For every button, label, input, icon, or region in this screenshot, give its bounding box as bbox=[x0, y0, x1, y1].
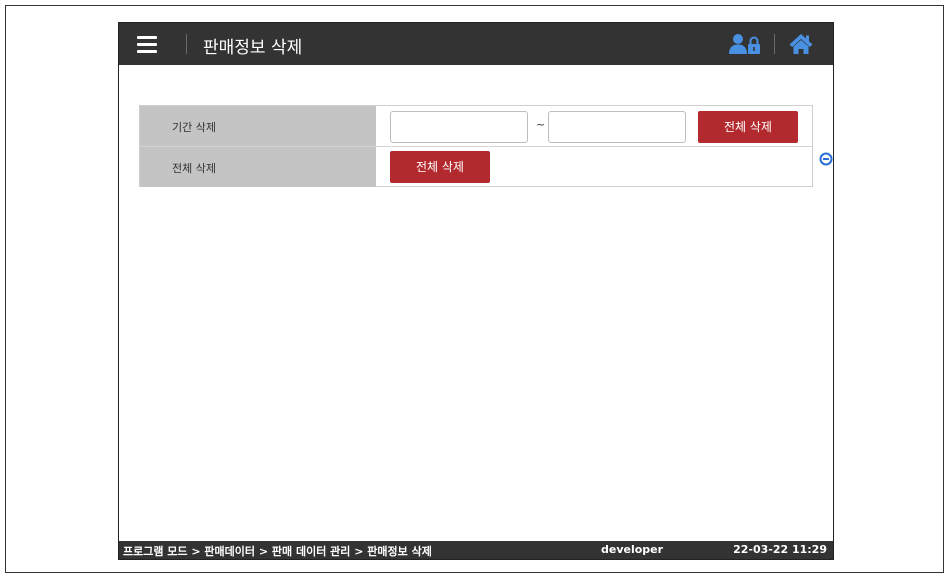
all-delete-label: 전체 삭제 bbox=[172, 162, 216, 175]
all-delete-button[interactable]: 전체 삭제 bbox=[390, 151, 490, 183]
status-bar: 프로그램 모드 > 판매데이터 > 판매 데이터 관리 > 판매정보 삭제 de… bbox=[119, 541, 833, 559]
collapse-minus-icon[interactable] bbox=[819, 152, 833, 166]
current-user: developer bbox=[601, 543, 664, 556]
period-delete-button[interactable]: 전체 삭제 bbox=[698, 111, 798, 143]
all-delete-label-cell: 전체 삭제 bbox=[140, 147, 376, 187]
period-delete-label-cell: 기간 삭제 bbox=[140, 106, 376, 146]
top-bar: 판매정보 삭제 bbox=[119, 23, 833, 65]
start-date-input[interactable] bbox=[390, 111, 528, 143]
date-range-separator: ~ bbox=[536, 118, 546, 131]
hamburger-menu-icon[interactable] bbox=[137, 35, 159, 53]
app-window: 판매정보 삭제 기간 삭제 ~ 전체 삭제 전체 삭제 전체 삭제 프로그램 모… bbox=[118, 22, 834, 560]
page-title: 판매정보 삭제 bbox=[203, 38, 303, 58]
period-delete-row: 기간 삭제 ~ 전체 삭제 bbox=[140, 106, 812, 147]
icon-divider bbox=[774, 34, 775, 54]
header-divider bbox=[186, 34, 187, 54]
period-delete-label: 기간 삭제 bbox=[172, 121, 216, 134]
datetime: 22-03-22 11:29 bbox=[733, 543, 827, 556]
all-delete-row: 전체 삭제 전체 삭제 bbox=[140, 147, 812, 187]
home-icon[interactable] bbox=[788, 31, 814, 57]
delete-form-table: 기간 삭제 ~ 전체 삭제 전체 삭제 전체 삭제 bbox=[139, 105, 813, 187]
user-lock-icon[interactable] bbox=[728, 32, 762, 56]
breadcrumb: 프로그램 모드 > 판매데이터 > 판매 데이터 관리 > 판매정보 삭제 bbox=[123, 545, 432, 558]
end-date-input[interactable] bbox=[548, 111, 686, 143]
